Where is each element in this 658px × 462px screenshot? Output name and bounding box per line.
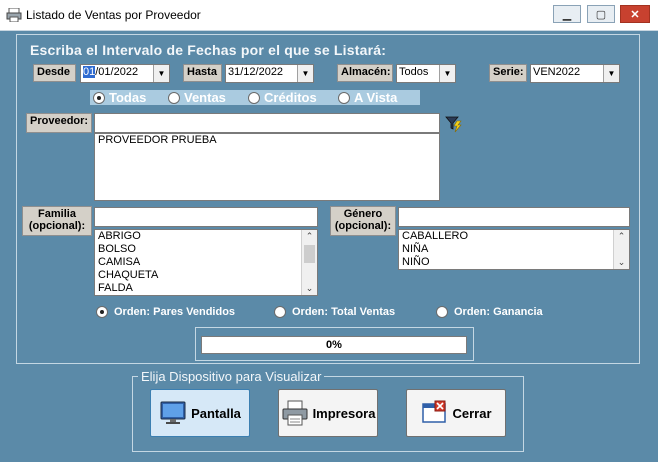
radio-dot-icon [436, 306, 448, 318]
familia-label-line2: (opcional): [28, 220, 86, 232]
list-item[interactable]: CAMISA [95, 256, 317, 269]
chevron-down-icon[interactable]: ⌄ [302, 282, 317, 295]
progress-percent: 0% [326, 339, 342, 351]
cerrar-label: Cerrar [452, 405, 492, 421]
radio-dot-icon [93, 91, 105, 104]
chevron-down-icon[interactable]: ▼ [439, 65, 455, 82]
page-title: Escriba el Intervalo de Fechas por el qu… [30, 42, 387, 58]
printer-icon [282, 400, 308, 426]
serie-value: VEN2022 [533, 66, 581, 78]
genero-label: Género (opcional): [330, 206, 396, 236]
radio-dot-icon [248, 91, 260, 104]
title-bar: Listado de Ventas por Proveedor ▁ ▢ ✕ [0, 0, 658, 31]
familia-list[interactable]: ABRIGO BOLSO CAMISA CHAQUETA FALDA ⌃ ⌄ [94, 229, 318, 296]
hasta-date-picker[interactable]: 31/12/2022 ▼ [225, 64, 314, 83]
hasta-label: Hasta [183, 64, 222, 82]
impresora-label: Impresora [312, 405, 376, 421]
chevron-down-icon[interactable]: ▼ [297, 65, 313, 82]
chevron-down-icon[interactable]: ⌄ [614, 256, 629, 269]
desde-day-segment[interactable]: 01 [83, 66, 96, 78]
client-area: Escriba el Intervalo de Fechas por el qu… [0, 31, 658, 462]
radio-dot-icon [274, 306, 286, 318]
list-item[interactable]: ABRIGO [95, 230, 317, 243]
familia-label-line1: Familia [38, 208, 76, 220]
list-item[interactable]: NIÑO [399, 256, 629, 269]
radio-orden-pares[interactable]: Orden: Pares Vendidos [96, 306, 235, 318]
list-item[interactable]: NIÑA [399, 243, 629, 256]
genero-label-line2: (opcional): [334, 220, 392, 232]
proveedor-list[interactable]: PROVEEDOR PRUEBA [94, 133, 440, 201]
pantalla-button[interactable]: Pantalla [150, 389, 250, 437]
printer-icon [6, 8, 22, 22]
device-group-title: Elija Dispositivo para Visualizar [138, 369, 325, 384]
genero-search-input[interactable] [398, 207, 630, 227]
desde-date-picker[interactable]: 01/01/2022 ▼ [80, 64, 170, 83]
genero-label-line1: Género [343, 208, 383, 220]
filter-lightning-icon[interactable] [445, 115, 463, 133]
radio-ventas[interactable]: Ventas [168, 90, 226, 105]
chevron-down-icon[interactable]: ▼ [153, 65, 169, 82]
almacen-value: Todos [399, 66, 429, 78]
chevron-up-icon[interactable]: ⌃ [614, 230, 629, 243]
serie-select[interactable]: VEN2022 ▼ [530, 64, 620, 83]
chevron-up-icon[interactable]: ⌃ [302, 230, 317, 243]
list-item[interactable]: BOLSO [95, 243, 317, 256]
window-title: Listado de Ventas por Proveedor [26, 8, 201, 22]
radio-orden-ganancia-label: Orden: Ganancia [454, 306, 543, 318]
familia-scrollbar[interactable]: ⌃ ⌄ [301, 230, 317, 295]
almacen-label: Almacén: [337, 64, 393, 82]
list-item[interactable]: CHAQUETA [95, 269, 317, 282]
radio-orden-total-label: Orden: Total Ventas [292, 306, 396, 318]
serie-label: Serie: [489, 64, 527, 82]
list-item[interactable]: CABALLERO [399, 230, 629, 243]
familia-search-input[interactable] [94, 207, 318, 227]
radio-todas-label: Todas [109, 90, 147, 105]
radio-a-vista-label: A Vista [354, 90, 398, 105]
radio-orden-total[interactable]: Orden: Total Ventas [274, 306, 395, 318]
genero-list[interactable]: CABALLERO NIÑA NIÑO ⌃ ⌄ [398, 229, 630, 270]
radio-dot-icon [338, 91, 350, 104]
close-window-button[interactable]: ✕ [620, 5, 650, 23]
radio-dot-icon [168, 91, 180, 104]
pantalla-label: Pantalla [191, 405, 241, 421]
hasta-date-value: 31/12/2022 [228, 66, 284, 78]
desde-label: Desde [33, 64, 76, 82]
radio-dot-icon [96, 306, 108, 318]
radio-orden-pares-label: Orden: Pares Vendidos [114, 306, 236, 318]
genero-scrollbar[interactable]: ⌃ ⌄ [613, 230, 629, 269]
proveedor-label: Proveedor: [26, 113, 92, 133]
desde-date-rest: /01/2022 [95, 66, 139, 78]
tipo-radio-group: Todas Ventas Créditos A Vista [90, 90, 420, 105]
radio-creditos-label: Créditos [264, 90, 317, 105]
cerrar-button[interactable]: Cerrar [406, 389, 506, 437]
radio-todas[interactable]: Todas [93, 90, 146, 105]
almacen-select[interactable]: Todos ▼ [396, 64, 456, 83]
radio-a-vista[interactable]: A Vista [338, 90, 397, 105]
maximize-button[interactable]: ▢ [587, 5, 615, 23]
list-item[interactable]: PROVEEDOR PRUEBA [95, 134, 439, 147]
radio-orden-ganancia[interactable]: Orden: Ganancia [436, 306, 543, 318]
close-window-icon [422, 400, 447, 423]
progress-bar: 0% [201, 336, 467, 354]
app-window: Listado de Ventas por Proveedor ▁ ▢ ✕ Es… [0, 0, 658, 462]
radio-creditos[interactable]: Créditos [248, 90, 317, 105]
radio-ventas-label: Ventas [184, 90, 226, 105]
minimize-button[interactable]: ▁ [553, 5, 581, 23]
impresora-button[interactable]: Impresora [278, 389, 378, 437]
list-item[interactable]: FALDA [95, 282, 317, 295]
monitor-icon [160, 401, 186, 424]
familia-label: Familia (opcional): [22, 206, 92, 236]
proveedor-search-input[interactable] [94, 113, 440, 133]
chevron-down-icon[interactable]: ▼ [603, 65, 619, 82]
scroll-thumb[interactable] [304, 245, 315, 263]
